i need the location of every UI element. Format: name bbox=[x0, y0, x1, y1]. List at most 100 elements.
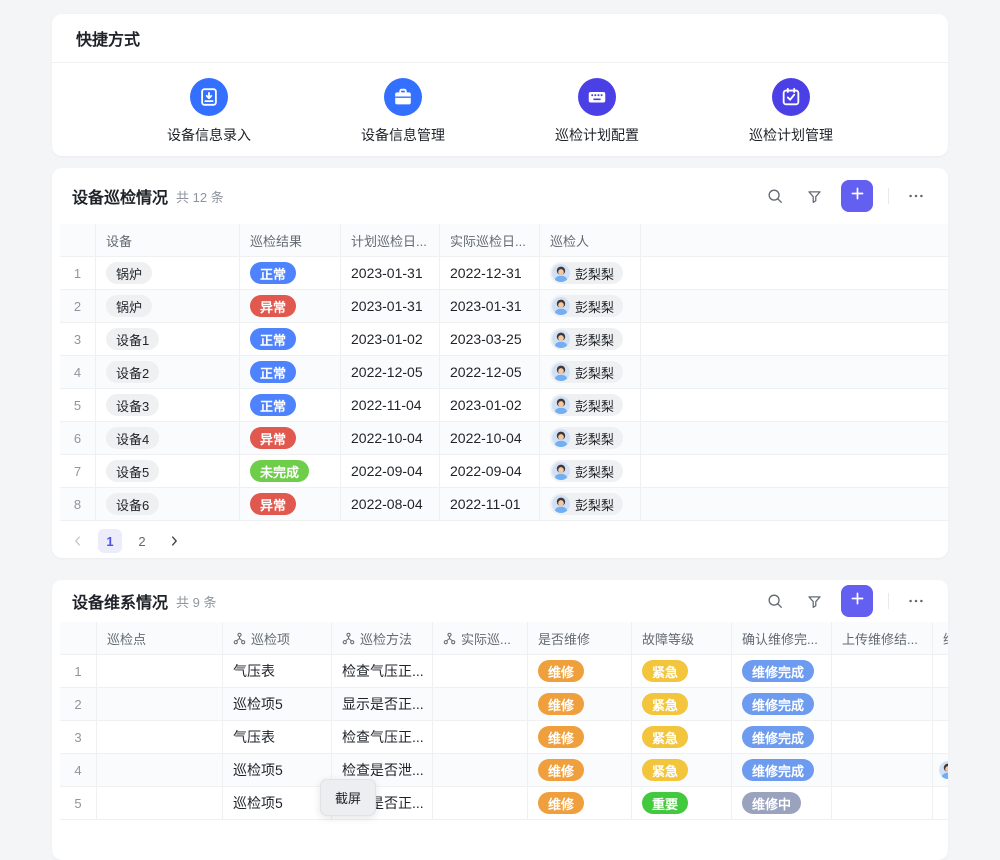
cell-repair-person[interactable] bbox=[933, 787, 948, 819]
cell-upload-result[interactable] bbox=[832, 688, 933, 720]
cell-actual-date[interactable]: 2022-09-04 bbox=[440, 455, 540, 487]
cell-device[interactable]: 锅炉 bbox=[96, 257, 240, 289]
cell-inspector[interactable]: 彭梨梨 bbox=[540, 422, 641, 454]
cell-inspector[interactable]: 彭梨梨 bbox=[540, 257, 641, 289]
cell-planned-date[interactable]: 2022-08-04 bbox=[341, 488, 440, 520]
cell-actual-date[interactable]: 2022-12-05 bbox=[440, 356, 540, 388]
cell-repair-confirm[interactable]: 维修中 bbox=[732, 787, 832, 819]
cell-need-repair[interactable]: 维修 bbox=[528, 787, 632, 819]
cell-planned-date[interactable]: 2022-09-04 bbox=[341, 455, 440, 487]
search-icon[interactable] bbox=[763, 589, 787, 613]
cell-inspection-point[interactable] bbox=[97, 721, 223, 753]
next-page-icon[interactable] bbox=[162, 529, 186, 553]
cell-inspection-item[interactable]: 气压表 bbox=[223, 655, 332, 687]
cell-need-repair[interactable]: 维修 bbox=[528, 754, 632, 786]
cell-device[interactable]: 设备1 bbox=[96, 323, 240, 355]
cell-result[interactable]: 正常 bbox=[240, 257, 341, 289]
add-record-button[interactable] bbox=[841, 180, 873, 212]
cell-result[interactable]: 正常 bbox=[240, 323, 341, 355]
cell-inspection-point[interactable] bbox=[97, 787, 223, 819]
cell-inspection-point[interactable] bbox=[97, 655, 223, 687]
filter-icon[interactable] bbox=[802, 589, 826, 613]
cell-inspection-method[interactable]: 检查气压正... bbox=[332, 655, 433, 687]
cell-actual-date[interactable]: 2022-11-01 bbox=[440, 488, 540, 520]
cell-upload-result[interactable] bbox=[832, 721, 933, 753]
page-number-2[interactable]: 2 bbox=[130, 529, 154, 553]
cell-fault-level[interactable]: 紧急 bbox=[632, 688, 732, 720]
cell-planned-date[interactable]: 2023-01-31 bbox=[341, 257, 440, 289]
cell-repair-confirm[interactable]: 维修完成 bbox=[732, 721, 832, 753]
cell-inspection-item[interactable]: 巡检项5 bbox=[223, 787, 332, 819]
cell-inspector[interactable]: 彭梨梨 bbox=[540, 488, 641, 520]
cell-device[interactable]: 设备4 bbox=[96, 422, 240, 454]
cell-inspection-item[interactable]: 气压表 bbox=[223, 721, 332, 753]
cell-result[interactable]: 异常 bbox=[240, 488, 341, 520]
shortcut-item-2[interactable]: 设备信息管理 bbox=[306, 78, 500, 145]
cell-inspector[interactable]: 彭梨梨 bbox=[540, 389, 641, 421]
cell-repair-confirm[interactable]: 维修完成 bbox=[732, 655, 832, 687]
cell-planned-date[interactable]: 2023-01-02 bbox=[341, 323, 440, 355]
cell-repair-confirm[interactable]: 维修完成 bbox=[732, 688, 832, 720]
cell-actual-date[interactable]: 2023-03-25 bbox=[440, 323, 540, 355]
cell-planned-date[interactable]: 2022-11-04 bbox=[341, 389, 440, 421]
cell-device[interactable]: 锅炉 bbox=[96, 290, 240, 322]
more-icon[interactable] bbox=[904, 589, 928, 613]
cell-fault-level[interactable]: 重要 bbox=[632, 787, 732, 819]
cell-actual-result[interactable] bbox=[433, 721, 528, 753]
cell-repair-person[interactable] bbox=[933, 655, 948, 687]
page-number-1[interactable]: 1 bbox=[98, 529, 122, 553]
more-icon[interactable] bbox=[904, 184, 928, 208]
cell-actual-date[interactable]: 2023-01-02 bbox=[440, 389, 540, 421]
cell-inspector[interactable]: 彭梨梨 bbox=[540, 455, 641, 487]
shortcut-item-1[interactable]: 设备信息录入 bbox=[112, 78, 306, 145]
search-icon[interactable] bbox=[763, 184, 787, 208]
cell-device[interactable]: 设备2 bbox=[96, 356, 240, 388]
cell-repair-person[interactable] bbox=[933, 754, 948, 786]
cell-fault-level[interactable]: 紧急 bbox=[632, 721, 732, 753]
cell-repair-person[interactable] bbox=[933, 721, 948, 753]
cell-result[interactable]: 正常 bbox=[240, 356, 341, 388]
cell-result[interactable]: 异常 bbox=[240, 290, 341, 322]
cell-inspection-method[interactable]: 检查气压正... bbox=[332, 721, 433, 753]
cell-result[interactable]: 正常 bbox=[240, 389, 341, 421]
cell-planned-date[interactable]: 2023-01-31 bbox=[341, 290, 440, 322]
cell-upload-result[interactable] bbox=[832, 754, 933, 786]
cell-device[interactable]: 设备3 bbox=[96, 389, 240, 421]
cell-actual-date[interactable]: 2023-01-31 bbox=[440, 290, 540, 322]
shortcut-item-3[interactable]: 巡检计划配置 bbox=[500, 78, 694, 145]
cell-repair-confirm[interactable]: 维修完成 bbox=[732, 754, 832, 786]
cell-fault-level[interactable]: 紧急 bbox=[632, 754, 732, 786]
cell-inspection-item[interactable]: 巡检项5 bbox=[223, 754, 332, 786]
table-row: 4设备2正常2022-12-052022-12-05彭梨梨 bbox=[60, 356, 948, 389]
filter-icon[interactable] bbox=[802, 184, 826, 208]
cell-device[interactable]: 设备6 bbox=[96, 488, 240, 520]
cell-inspector[interactable]: 彭梨梨 bbox=[540, 356, 641, 388]
cell-result[interactable]: 未完成 bbox=[240, 455, 341, 487]
cell-actual-date[interactable]: 2022-10-04 bbox=[440, 422, 540, 454]
cell-device[interactable]: 设备5 bbox=[96, 455, 240, 487]
cell-planned-date[interactable]: 2022-10-04 bbox=[341, 422, 440, 454]
cell-inspector[interactable]: 彭梨梨 bbox=[540, 290, 641, 322]
cell-need-repair[interactable]: 维修 bbox=[528, 655, 632, 687]
cell-actual-result[interactable] bbox=[433, 655, 528, 687]
cell-need-repair[interactable]: 维修 bbox=[528, 688, 632, 720]
cell-inspection-method[interactable]: 显示是否正... bbox=[332, 688, 433, 720]
cell-repair-person[interactable] bbox=[933, 688, 948, 720]
cell-actual-result[interactable] bbox=[433, 787, 528, 819]
cell-result[interactable]: 异常 bbox=[240, 422, 341, 454]
cell-planned-date[interactable]: 2022-12-05 bbox=[341, 356, 440, 388]
cell-inspector[interactable]: 彭梨梨 bbox=[540, 323, 641, 355]
cell-actual-result[interactable] bbox=[433, 688, 528, 720]
cell-actual-result[interactable] bbox=[433, 754, 528, 786]
cell-inspection-item[interactable]: 巡检项5 bbox=[223, 688, 332, 720]
cell-inspection-point[interactable] bbox=[97, 688, 223, 720]
prev-page-icon[interactable] bbox=[66, 529, 90, 553]
cell-upload-result[interactable] bbox=[832, 787, 933, 819]
cell-fault-level[interactable]: 紧急 bbox=[632, 655, 732, 687]
cell-inspection-point[interactable] bbox=[97, 754, 223, 786]
cell-upload-result[interactable] bbox=[832, 655, 933, 687]
cell-actual-date[interactable]: 2022-12-31 bbox=[440, 257, 540, 289]
cell-need-repair[interactable]: 维修 bbox=[528, 721, 632, 753]
shortcut-item-4[interactable]: 巡检计划管理 bbox=[694, 78, 888, 145]
add-record-button[interactable] bbox=[841, 585, 873, 617]
